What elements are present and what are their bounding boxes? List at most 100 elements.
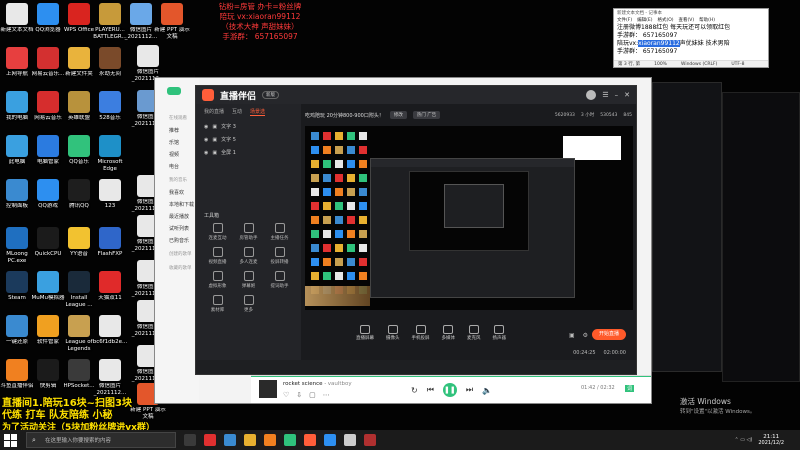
desktop-icon[interactable]: 123 [92, 179, 128, 216]
minimize-icon[interactable]: – [615, 91, 619, 99]
pause-button[interactable]: ❚❚ [442, 383, 457, 397]
avatar[interactable] [586, 90, 597, 100]
lyrics-badge[interactable]: 词 [625, 385, 635, 392]
desktop-icon[interactable]: 天猫双11 [92, 271, 128, 308]
menu-item-edit[interactable]: 编辑(E) [637, 17, 652, 24]
camera-icon[interactable]: ▣ [569, 332, 575, 339]
source-button[interactable]: 扬声器 [493, 325, 506, 341]
taskbar-app-icon[interactable] [344, 434, 356, 446]
taskbar-search-box[interactable]: ⌕ 在这里输入你要搜索的内容 [26, 432, 176, 448]
menu-icon[interactable]: ☰ [602, 91, 608, 99]
app-icon [6, 271, 28, 293]
tool-item[interactable]: 弹幕姬 [233, 271, 264, 289]
taskbar-app-icon[interactable] [224, 434, 236, 446]
desktop-icon[interactable]: 528音乐 [92, 91, 128, 128]
edit-room-button[interactable]: 修改 [389, 111, 407, 119]
menu-item-help[interactable]: 帮助(H) [699, 17, 715, 24]
sidebar-item-liked[interactable]: 我喜欢 [155, 186, 199, 198]
album-art[interactable] [259, 380, 277, 398]
category-button[interactable]: 热门 广告 [412, 111, 441, 119]
app-icon [6, 3, 28, 25]
taskbar-app-icon[interactable] [204, 434, 216, 446]
menu-item-format[interactable]: 格式(O) [657, 17, 673, 24]
scene-item[interactable]: ◉ ▣ 全屏 1 [196, 146, 301, 159]
tray-icons[interactable]: ⌃ ▭ ◁) [734, 437, 752, 443]
tool-item[interactable]: 连麦互动 [202, 223, 233, 241]
lock-icon[interactable]: ▣ [212, 124, 217, 130]
tool-item[interactable]: 更多 [233, 295, 264, 313]
sidebar-item-radio[interactable]: 电台 [155, 160, 199, 172]
eye-icon[interactable]: ◉ [204, 137, 208, 143]
tool-item[interactable]: 提词助手 [264, 271, 295, 289]
source-button[interactable]: 直播屏幕 [356, 325, 374, 341]
track-info: rocket science · vaultboy [283, 381, 352, 387]
eye-icon[interactable]: ◉ [204, 124, 208, 130]
taskbar-app-icon[interactable] [324, 434, 336, 446]
like-icon[interactable]: ♡ [283, 391, 289, 399]
sidebar-item-recommend[interactable]: 推荐 [155, 124, 199, 136]
tool-item[interactable]: 虚拟形象 [202, 271, 233, 289]
taskbar-app-icon[interactable] [304, 434, 316, 446]
scene-item[interactable]: ◉ ▣ 文字 5 [196, 133, 301, 146]
notepad-window[interactable]: 新建文本文档 - 记事本 文件(F) 编辑(E) 格式(O) 查看(V) 帮助(… [613, 8, 769, 68]
desktop-icon[interactable]: 永劫无间 [92, 47, 128, 84]
progress-track[interactable] [251, 376, 651, 377]
start-button[interactable] [2, 432, 18, 448]
tool-item[interactable]: 多人连麦 [233, 247, 264, 265]
download-icon[interactable]: ⇩ [296, 391, 302, 399]
live-companion-window[interactable]: 直播伴侣 新版 ☰ – ✕ 我的直播 互动 场景选 ◉ ▣ 文字 3 ◉ ▣ 文字 5 … [195, 85, 637, 375]
tool-item[interactable]: 投屏转播 [264, 247, 295, 265]
tab-my-live[interactable]: 我的直播 [204, 108, 224, 116]
more-icon[interactable]: ⋯ [323, 391, 330, 399]
live-preview[interactable] [305, 126, 633, 310]
source-button[interactable]: 多媒体 [442, 325, 455, 341]
overlay-line: 手游群： 657165097 [222, 32, 298, 41]
lock-icon[interactable]: ▣ [212, 150, 217, 156]
taskbar-app-icon[interactable] [284, 434, 296, 446]
lock-icon[interactable]: ▣ [212, 137, 217, 143]
version-badge: 新版 [262, 91, 280, 99]
taskbar-app-icon[interactable] [364, 434, 376, 446]
tool-item[interactable]: 视频直播 [202, 247, 233, 265]
sidebar-item-trial[interactable]: 试听列表 [155, 222, 199, 234]
source-button[interactable]: 摄像头 [386, 325, 400, 341]
desktop-icon[interactable]: Microsoft Edge [92, 135, 128, 172]
taskbar-clock[interactable]: 21:11 2021/12/2 [758, 434, 784, 446]
close-icon[interactable]: ✕ [624, 91, 630, 99]
desktop-icon[interactable]: 新建 PPT 演示文稿 [154, 3, 190, 40]
next-icon[interactable]: ⏭ [466, 385, 473, 395]
sidebar-item-video[interactable]: 视频 [155, 148, 199, 160]
sidebar-item-local[interactable]: 本地和下载 [155, 198, 199, 210]
tool-item[interactable]: 素材库 [202, 295, 233, 313]
room-stat: 3 小时 [580, 113, 595, 118]
sidebar-item-purchased[interactable]: 已购音乐 [155, 234, 199, 246]
desktop-icon[interactable]: 微信图片_2021112... [92, 359, 128, 396]
sidebar-item-library[interactable]: 乐馆 [155, 136, 199, 148]
task-view-icon[interactable] [184, 434, 196, 446]
source-button[interactable]: 麦克风 [467, 325, 481, 341]
comment-icon[interactable]: ▢ [309, 391, 316, 399]
scene-item[interactable]: ◉ ▣ 文字 3 [196, 120, 301, 133]
eye-icon[interactable]: ◉ [204, 150, 208, 156]
tool-item[interactable]: 房管助手 [233, 223, 264, 241]
menu-item-file[interactable]: 文件(F) [617, 17, 632, 24]
desktop-icon[interactable]: FlashFXP [92, 227, 128, 264]
menu-item-view[interactable]: 查看(V) [679, 17, 695, 24]
tab-scenes[interactable]: 场景选 [250, 108, 266, 116]
volume-icon[interactable]: 🔈 [482, 386, 492, 395]
tool-item[interactable]: 主播任务 [264, 223, 295, 241]
previous-icon[interactable]: ⏮ [427, 385, 434, 395]
sidebar-item-recent[interactable]: 最近播放 [155, 210, 199, 222]
qq-music-window[interactable]: 在线观看 推荐 乐馆 视频 电台 我的音乐 我喜欢 本地和下载 最近播放 试听列… [154, 77, 652, 404]
file-explorer-icon[interactable] [244, 434, 256, 446]
preview-icon [323, 216, 331, 224]
notepad-text-area[interactable]: 注册微博1888红包 每天玩还可以领取红包 手游群： 657165097 陪玩v… [614, 24, 768, 60]
live-companion-main: 吃鸡陪玩 20分钟800-900口附头！ 修改 热门 广告 5620933 3 … [301, 104, 636, 360]
loop-icon[interactable]: ↻ [411, 386, 418, 395]
taskbar-app-icon[interactable] [264, 434, 276, 446]
settings-icon[interactable]: ⚙ [583, 332, 588, 339]
start-live-button[interactable]: 开始直播 [592, 329, 626, 340]
tab-interact[interactable]: 互动 [232, 108, 242, 116]
desktop-icon[interactable]: bc6f1db2e... [92, 315, 128, 352]
source-button[interactable]: 手机投屏 [412, 325, 430, 341]
